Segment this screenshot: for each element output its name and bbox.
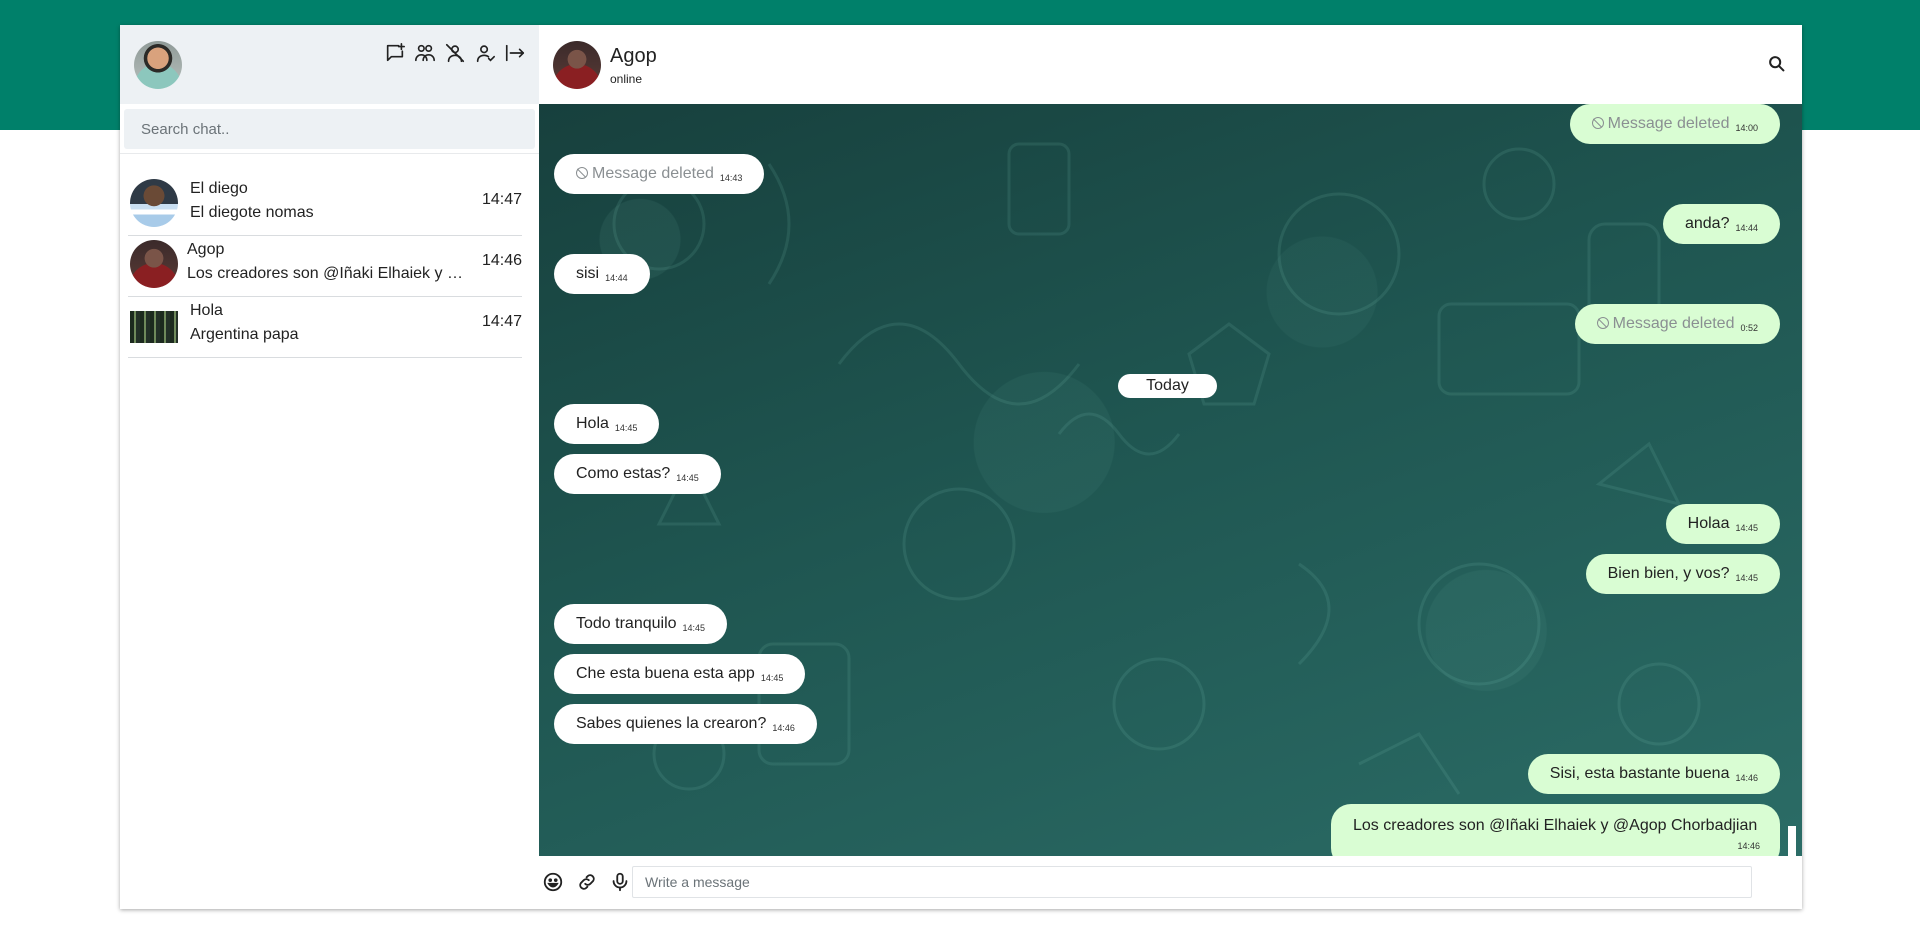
message-time: 14:00 [1735,123,1758,133]
message-time: 14:45 [614,423,638,433]
new-chat-icon[interactable] [383,41,407,65]
deleted-icon [1591,117,1604,129]
deleted-icon [576,167,588,179]
incoming-message[interactable]: sisi 14:44 [554,254,650,294]
attach-link-icon[interactable] [576,871,598,893]
message-area[interactable]: Message deleted 14:00 Message deleted 14:4… [539,104,1802,856]
contact-avatar[interactable] [553,41,601,89]
chat-time: 14:47 [481,191,522,208]
incoming-message[interactable]: Hola 14:45 [554,404,660,444]
message-time: 14:46 [1737,841,1760,851]
message-text: sisi [576,265,600,282]
chat-list-item[interactable]: El diego El diegote nomas 14:47 [128,175,522,236]
avatar [130,240,178,288]
day-separator: Today [1118,374,1217,398]
message-text: Message deleted [592,165,714,182]
chat-preview: Argentina papa [190,326,299,343]
outgoing-message[interactable]: Sisi, esta bastante buena 14:46 [1527,754,1780,794]
sidebar: El diego El diegote nomas 14:47 Agop Los… [120,25,540,909]
message-text: Message deleted [1612,315,1735,332]
outgoing-message[interactable]: Message deleted 0:52 [1574,304,1780,344]
divider [120,153,539,154]
my-avatar[interactable] [134,41,182,89]
outgoing-message[interactable]: Message deleted 14:00 [1569,104,1780,144]
message-text: Hola [576,415,609,432]
chat-list: El diego El diegote nomas 14:47 Agop Los… [128,175,522,358]
message-time: 14:45 [676,473,699,483]
message-text: Los creadores son @Iñaki Elhaiek y @Agop… [1353,817,1758,834]
blocked-users-icon[interactable] [443,41,467,65]
message-composer [539,856,1802,909]
avatar [130,179,178,227]
incoming-message[interactable]: Como estas? 14:45 [554,454,721,494]
avatar [130,311,178,343]
contact-name: Agop [610,45,657,67]
sidebar-header [120,25,539,104]
chat-preview: El diegote nomas [190,204,314,221]
logout-icon[interactable] [503,41,527,65]
chat-time: 14:47 [481,313,522,330]
message-text: Todo tranquilo [576,615,677,632]
search-icon[interactable] [1766,53,1788,75]
incoming-message[interactable]: Message deleted 14:43 [554,154,765,194]
message-text: Holaa [1687,515,1730,532]
microphone-icon[interactable] [609,871,631,893]
chat-time: 14:46 [481,252,522,269]
message-text: Sabes quienes la crearon? [576,715,767,732]
message-time: 14:43 [719,173,743,183]
profile-icon[interactable] [473,41,497,65]
chat-name: El diego [190,180,248,197]
incoming-message[interactable]: Todo tranquilo 14:45 [554,604,728,644]
message-time: 14:46 [772,723,795,733]
message-text: anda? [1684,215,1730,232]
message-time: 0:52 [1740,323,1758,333]
message-input[interactable] [632,866,1752,898]
message-text: Message deleted [1607,115,1730,132]
chat-list-item[interactable]: Agop Los creadores son @Iñaki Elhaiek y … [128,236,522,297]
message-time: 14:45 [760,673,784,683]
chat-name: Hola [190,302,223,319]
new-group-icon[interactable] [413,41,437,65]
message-time: 14:45 [682,623,706,633]
incoming-message[interactable]: Che esta buena esta app 14:45 [554,654,806,694]
message-time: 14:44 [605,273,628,283]
chat-preview: Los creadores son @Iñaki Elhaiek y @Agop… [187,265,477,282]
message-text: Che esta buena esta app [576,665,755,682]
chat-name: Agop [187,241,225,258]
incoming-message[interactable]: Sabes quienes la crearon? 14:46 [554,704,817,744]
message-text: Como estas? [576,465,671,482]
outgoing-message[interactable]: anda? 14:44 [1662,204,1780,244]
scrollbar[interactable] [1788,104,1796,856]
contact-status: online [610,72,643,86]
emoji-icon[interactable] [542,871,564,893]
message-text: Sisi, esta bastante buena [1549,765,1730,782]
outgoing-message[interactable]: Holaa 14:45 [1665,504,1780,544]
outgoing-message[interactable]: Bien bien, y vos? 14:45 [1585,554,1780,594]
message-time: 14:45 [1735,573,1758,583]
message-text: Bien bien, y vos? [1607,565,1730,582]
message-time: 14:46 [1735,773,1758,783]
chat-list-item[interactable]: Hola Argentina papa 14:47 [128,297,522,358]
sidebar-actions [383,41,527,65]
chat-app-window: El diego El diegote nomas 14:47 Agop Los… [120,25,1802,909]
message-time: 14:45 [1735,523,1758,533]
chat-header: Agop online [539,25,1802,104]
outgoing-message[interactable]: Los creadores son @Iñaki Elhaiek y @Agop… [1331,804,1780,856]
search-chat-input[interactable] [124,109,535,149]
deleted-icon [1596,317,1609,329]
message-time: 14:44 [1735,223,1758,233]
scrollbar-thumb[interactable] [1788,826,1796,856]
